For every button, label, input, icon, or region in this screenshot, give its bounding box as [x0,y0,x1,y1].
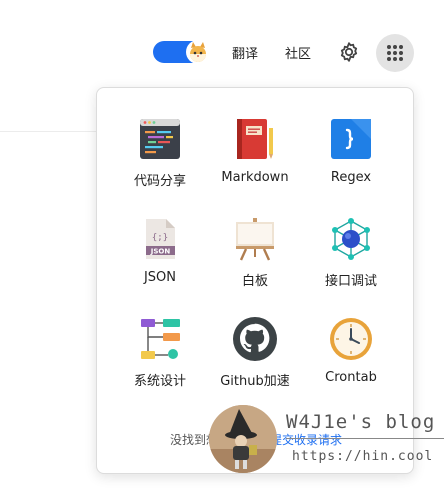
blog-watermark: W4J1e's blog https://hin.cool [209,405,448,492]
app-tile-label: Markdown [221,170,289,185]
api-debug-icon [332,218,370,260]
markdown-book-icon [237,119,273,159]
app-tile-label: 接口调试 [324,274,377,289]
gear-icon[interactable] [337,40,361,64]
watermark-url: https://hin.cool [292,449,434,464]
watermark-title: W4J1e's blog [286,411,436,433]
app-tile-whiteboard[interactable]: 白板 [205,216,305,289]
app-tile-regex[interactable]: Regex [301,116,401,185]
app-tile-label: 白板 [241,274,268,289]
app-tile-label: 代码分享 [133,174,186,189]
github-icon [233,317,277,361]
app-tile-label: Github加速 [220,374,290,389]
app-tile-system-design[interactable]: 系统设计 [110,316,210,389]
cat-face-icon [186,40,210,64]
regex-icon [331,119,371,159]
clock-icon [330,318,372,360]
nav-translate[interactable]: 翻译 [232,43,258,62]
app-tile-label: Regex [330,170,372,185]
app-tile-label: Crontab [325,370,377,385]
page-divider [0,131,96,132]
grid-apps-icon [387,45,403,61]
system-design-icon [141,319,180,359]
code-share-icon [140,119,180,159]
app-tile-crontab[interactable]: Crontab [301,316,401,385]
whiteboard-icon [236,218,274,261]
app-tile-label: 系统设计 [133,374,186,389]
svg-text:JSON: JSON [150,247,171,255]
top-bar: 翻译 社区 [0,0,448,100]
nav-community[interactable]: 社区 [285,43,311,62]
app-tile-code-share[interactable]: 代码分享 [110,116,210,189]
app-tile-markdown[interactable]: Markdown [205,116,305,185]
app-tile-label: JSON [143,270,177,285]
json-file-icon: {;} JSON [146,219,175,259]
watermark-divider [286,438,444,439]
app-tile-api-debug[interactable]: 接口调试 [301,216,401,289]
app-tile-github[interactable]: Github加速 [205,316,305,389]
svg-text:{;}: {;} [152,233,168,243]
theme-toggle[interactable] [153,40,210,64]
apps-grid-button[interactable] [376,34,414,72]
avatar [209,405,277,473]
app-tile-json[interactable]: {;} JSON JSON [110,216,210,285]
